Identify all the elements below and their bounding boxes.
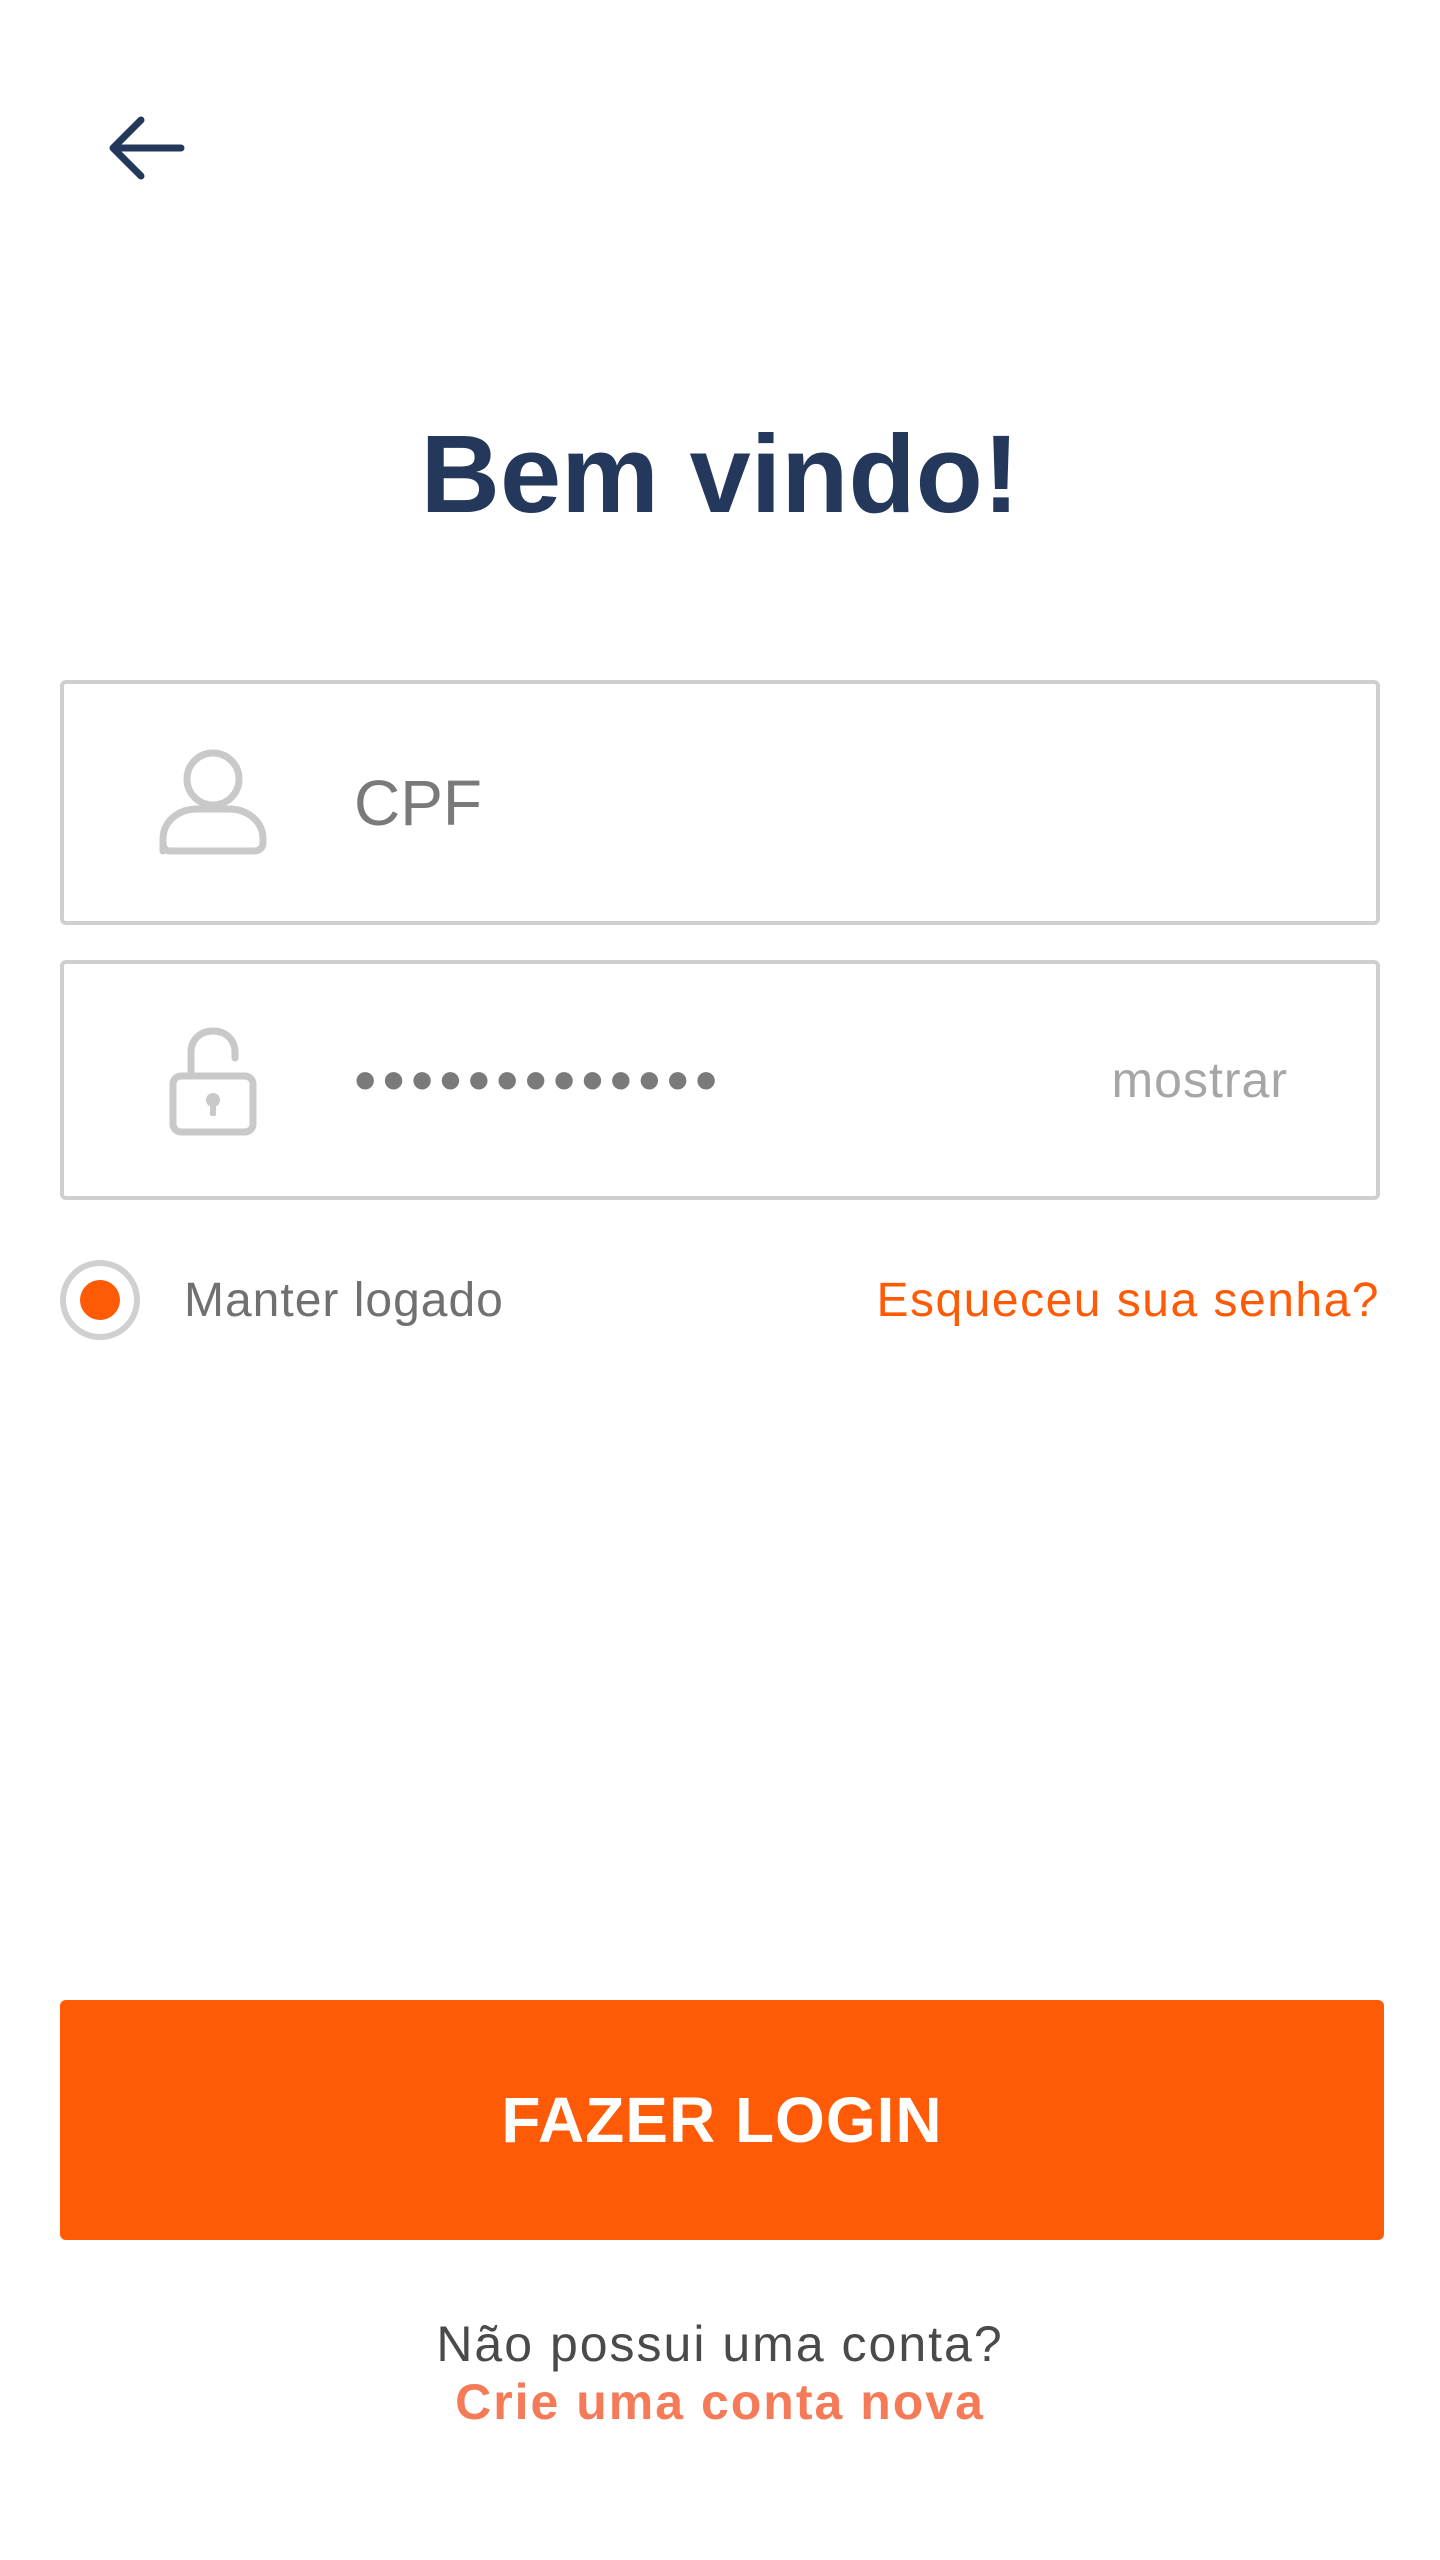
page-title: Bem vindo! [420,413,1020,536]
radio-selected-dot [80,1280,120,1320]
back-button[interactable] [96,100,196,200]
remember-me-radio[interactable] [60,1260,140,1340]
login-button[interactable]: FAZER LOGIN [60,2000,1384,2240]
forgot-password-link[interactable]: Esqueceu sua senha? [876,1258,1380,1342]
password-field[interactable]: ••••••••••••• mostrar [60,960,1380,1200]
no-account-text: Não possui uma conta? [436,2316,1004,2372]
lock-icon [148,1015,278,1145]
arrow-left-icon [103,105,189,196]
cpf-field[interactable] [60,680,1380,925]
cpf-input[interactable] [354,684,1334,921]
show-password-button[interactable]: mostrar [1112,1051,1288,1109]
remember-me-toggle[interactable]: Manter logado [60,1258,504,1342]
remember-me-label: Manter logado [184,1273,504,1327]
user-icon [148,738,278,868]
password-input[interactable]: ••••••••••••• [354,964,1054,1196]
create-account-link[interactable]: Crie uma conta nova [0,2373,1440,2431]
